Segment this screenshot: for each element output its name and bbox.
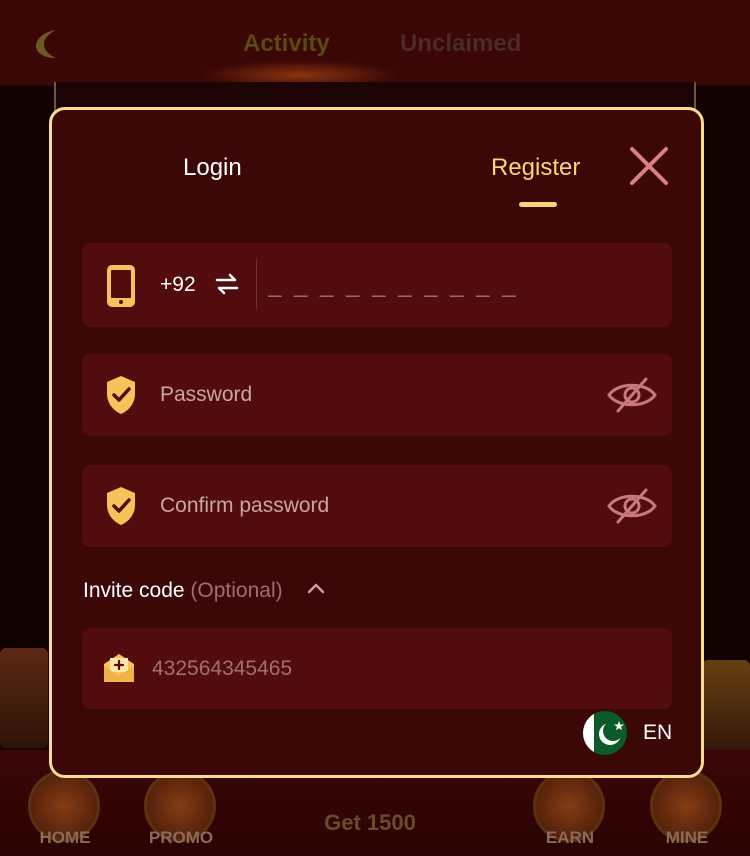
nav-promo[interactable]: PROMO [126, 770, 236, 856]
shield-icon [107, 487, 135, 525]
nav-mine-label: MINE [665, 828, 709, 847]
tab-login[interactable]: Login [183, 154, 242, 182]
tab-unclaimed[interactable]: Unclaimed [400, 30, 521, 58]
back-icon[interactable] [28, 24, 68, 64]
phone-field: +92 [82, 243, 672, 327]
confirm-password-field [82, 465, 672, 547]
pakistan-flag-icon [583, 711, 627, 755]
register-modal: Login Register +92 _ _ _ _ _ _ _ _ _ _ I… [49, 107, 704, 778]
invite-code-field [82, 628, 672, 709]
invite-code-input[interactable] [152, 644, 632, 694]
chevron-up-icon[interactable] [306, 580, 326, 596]
eye-off-icon[interactable] [606, 374, 658, 416]
shield-icon [107, 376, 135, 414]
password-input[interactable] [160, 370, 580, 420]
tab-register[interactable]: Register [491, 154, 580, 182]
nav-home[interactable]: HOME [10, 770, 120, 856]
invite-code-label: Invite code (Optional) [83, 579, 283, 603]
nav-home-label: HOME [39, 828, 91, 847]
nav-center-label[interactable]: Get 1500 [300, 810, 440, 836]
invite-optional-text: (Optional) [190, 579, 283, 602]
nav-promo-label: PROMO [148, 828, 214, 847]
language-code: EN [643, 721, 673, 744]
close-icon[interactable] [627, 144, 671, 188]
nav-earn-label: EARN [545, 828, 595, 847]
eye-off-icon[interactable] [606, 485, 658, 527]
decoration-right [702, 660, 750, 760]
tab-activity[interactable]: Activity [243, 30, 330, 58]
nav-earn[interactable]: EARN [515, 770, 625, 856]
invite-label-text: Invite code [83, 579, 185, 602]
password-field [82, 354, 672, 436]
country-code[interactable]: +92 [160, 273, 196, 297]
decoration-left [0, 648, 48, 748]
swap-icon[interactable] [214, 271, 240, 297]
language-selector[interactable]: EN [582, 708, 682, 756]
active-tab-indicator [519, 202, 557, 207]
field-divider [256, 259, 257, 309]
phone-input[interactable] [268, 259, 648, 311]
confirm-password-input[interactable] [160, 481, 580, 531]
nav-mine[interactable]: MINE [632, 770, 742, 856]
mail-icon [104, 654, 134, 682]
phone-icon [107, 265, 135, 307]
